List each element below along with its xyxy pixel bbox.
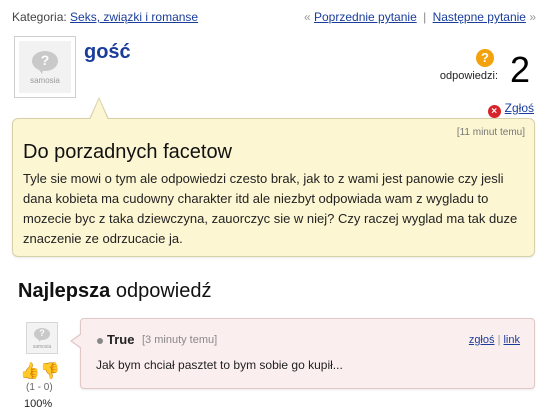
answer-time: [3 minuty temu] bbox=[142, 334, 218, 346]
answer-links-separator: | bbox=[497, 334, 501, 346]
logo-bubble-icon: ? bbox=[32, 51, 58, 74]
asker-name: gość bbox=[84, 41, 131, 63]
question-title: Do porzadnych facetow bbox=[23, 141, 233, 163]
vote-percent: 100% bbox=[24, 398, 53, 410]
report-link[interactable]: Zgłoś bbox=[505, 101, 534, 115]
answer-box: True [3 minuty temu] zgłoś | link Jak by… bbox=[70, 318, 535, 389]
answers-count: 2 bbox=[509, 49, 530, 90]
vote-buttons: 👍 👎 bbox=[20, 362, 66, 382]
best-answer-heading: Najlepsza odpowiedź bbox=[18, 280, 211, 303]
report-answer-link[interactable]: zgłoś bbox=[469, 334, 495, 346]
nav-separator: | bbox=[423, 10, 427, 24]
top-bar: Kategoria: Seks, związki i romanse « Pop… bbox=[12, 10, 536, 26]
category-label: Kategoria: bbox=[12, 10, 67, 24]
prev-question-link[interactable]: Poprzednie pytanie bbox=[314, 10, 417, 24]
question-box: [11 minut temu] Do porzadnych facetow Ty… bbox=[12, 97, 535, 257]
answer-text: Jak bym chciał pasztet to bym sobie go k… bbox=[96, 358, 343, 372]
question-time: [11 minut temu] bbox=[456, 127, 525, 138]
answers-label: odpowiedzi: bbox=[439, 70, 498, 82]
question-body: Tyle sie mowi o tym ale odpowiedzi czest… bbox=[23, 171, 518, 246]
question-mark-icon: ? bbox=[476, 49, 494, 67]
category-link[interactable]: Seks, związki i romanse bbox=[70, 10, 198, 24]
best-answer-heading-bold: Najlepsza bbox=[18, 280, 111, 302]
bullet-icon bbox=[97, 338, 103, 344]
category-breadcrumb: Kategoria: Seks, związki i romanse bbox=[12, 10, 198, 24]
next-arrow-icon: » bbox=[529, 10, 536, 24]
next-question-link[interactable]: Następne pytanie bbox=[433, 10, 526, 24]
thumb-down-icon[interactable]: 👎 bbox=[40, 362, 60, 382]
samosia-logo-icon: ? samosia bbox=[19, 41, 71, 93]
thumb-up-icon[interactable]: 👍 bbox=[20, 362, 40, 382]
logo-text: samosia bbox=[30, 76, 60, 85]
asker-avatar[interactable]: ? samosia bbox=[14, 36, 76, 98]
best-answer-heading-rest: odpowiedź bbox=[110, 280, 212, 302]
logo-bubble-icon: ? bbox=[34, 328, 50, 342]
answer-permalink[interactable]: link bbox=[503, 334, 520, 346]
report-question[interactable]: × Zgłoś bbox=[487, 101, 534, 118]
question-navigation: « Poprzednie pytanie | Następne pytanie … bbox=[304, 10, 536, 24]
prev-arrow-icon: « bbox=[303, 10, 311, 24]
report-x-icon: × bbox=[487, 105, 501, 118]
logo-text: samosia bbox=[32, 344, 52, 350]
answer-actions: zgłoś | link bbox=[469, 334, 520, 346]
answer-author: True bbox=[107, 332, 135, 347]
answerer-avatar[interactable]: ? samosia bbox=[26, 322, 58, 354]
answers-counter: ? odpowiedzi: 2 bbox=[422, 48, 532, 88]
vote-tally: (1 - 0) bbox=[26, 382, 53, 393]
